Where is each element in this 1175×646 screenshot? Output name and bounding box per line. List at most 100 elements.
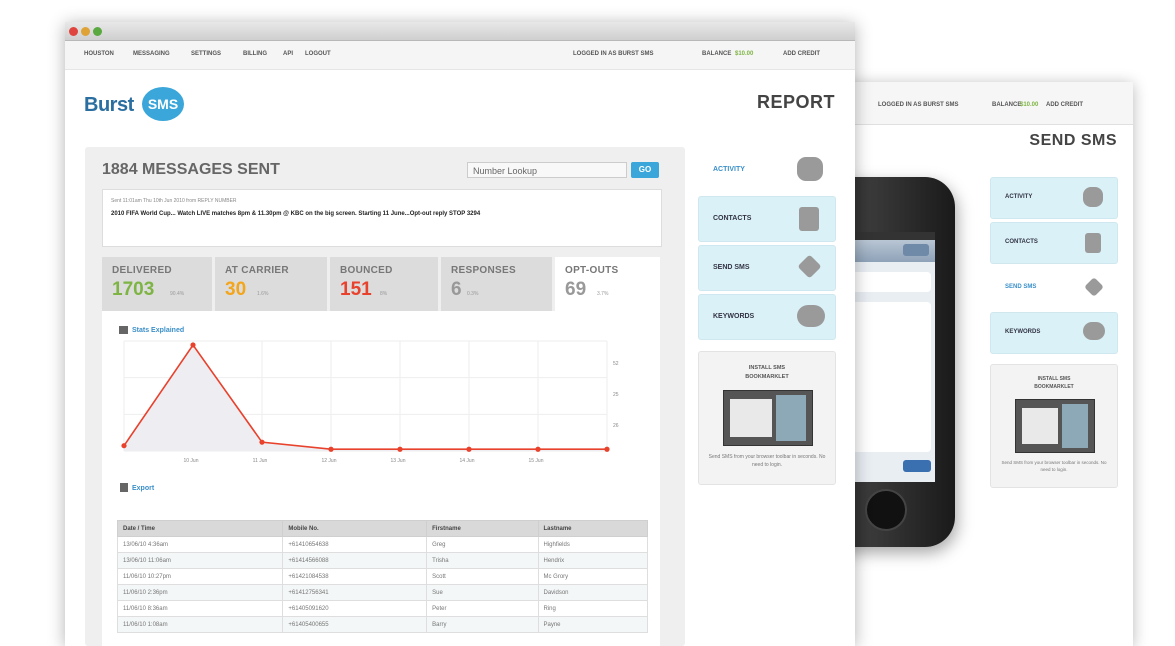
close-window-button[interactable] [69,27,78,36]
stat-value: 6 [451,279,462,300]
menu-messaging[interactable]: MESSAGING [133,51,170,57]
cell: +61421084538 [282,568,428,585]
bookmarklet-preview-image[interactable] [723,390,813,446]
stat-value: 69 [565,279,587,300]
message-meta: Sent 11:01am Thu 10th Jun 2010 from REPL… [111,198,237,204]
col-mobile-no[interactable]: Mobile No. [282,520,428,537]
nav-activity-label: ACTIVITY [713,166,745,173]
back-nav-keywords[interactable]: KEYWORDS [990,312,1118,354]
send-tag-icon [797,254,822,279]
recipients-table: Date / Time Mobile No. Firstname Lastnam… [116,520,648,633]
cell: +61405400655 [282,616,428,633]
menu-settings[interactable]: SETTINGS [191,51,221,57]
table-row[interactable]: 11/06/10 1:08am +61405400655 Barry Payne [116,616,648,633]
cell: Greg [426,536,539,553]
table-row[interactable]: 11/06/10 10:27pm +61421084538 Scott Mc G… [116,568,648,585]
page-title: REPORT [756,92,835,112]
contacts-card-icon [799,207,819,231]
top-menubar: HOUSTON MESSAGING SETTINGS BILLING API L… [65,41,855,70]
back-add-credit-link[interactable]: ADD CREDIT [1046,102,1083,108]
chart-y-tick-label: 25 [613,392,619,398]
col-firstname[interactable]: Firstname [426,520,539,537]
nav-keywords[interactable]: KEYWORDS [698,294,836,340]
stats-explained-link[interactable]: Stats Explained [132,327,184,334]
stat-percent: 1.6% [257,291,269,297]
back-page-title: SEND SMS [1029,132,1117,149]
back-nav-contacts[interactable]: CONTACTS [990,222,1118,264]
chart-point [328,446,334,452]
back-nav-contacts-label: CONTACTS [1005,239,1038,245]
nav-contacts[interactable]: CONTACTS [698,196,836,242]
chart-area-fill [124,345,607,451]
stat-label: BOUNCED [340,265,393,276]
menu-billing[interactable]: BILLING [243,51,267,57]
chart-x-tick-label: 14 Jun [459,458,474,464]
stat-percent: 0.3% [467,291,479,297]
zoom-window-button[interactable] [93,27,102,36]
report-window: HOUSTON MESSAGING SETTINGS BILLING API L… [65,22,855,646]
stat-bounced[interactable]: BOUNCED 151 8% [330,257,438,311]
table-header-row: Date / Time Mobile No. Firstname Lastnam… [116,520,648,537]
stat-label: AT CARRIER [225,265,289,276]
stat-value: 151 [340,279,372,300]
table-row[interactable]: 11/06/10 8:36am +61405091620 Peter Ring [116,600,648,617]
stat-label: RESPONSES [451,265,516,276]
cell: 11/06/10 8:36am [116,600,284,617]
nav-send-sms[interactable]: SEND SMS [698,245,836,291]
table-row[interactable]: 13/06/10 11:06am +61414566088 Trisha Hen… [116,552,648,569]
back-logged-in: LOGGED IN AS BURST SMS [878,102,959,108]
cell: Hendrix [537,552,648,569]
cell: Trisha [426,552,539,569]
back-bookmarklet-desc: Send SMS from your browser toolbar in se… [1001,460,1107,472]
minimize-window-button[interactable] [81,27,90,36]
cell: 11/06/10 1:08am [116,616,284,633]
col-date-time[interactable]: Date / Time [116,520,284,537]
contacts-card-icon [1085,233,1101,253]
export-link[interactable]: Export [132,485,154,492]
nav-contacts-label: CONTACTS [713,215,752,222]
bookmarklet-title: INSTALL SMS BOOKMARKLET [745,365,789,380]
menu-logout[interactable]: LOGOUT [305,51,331,57]
table-row[interactable]: 13/06/10 4:36am +61410654638 Greg Highfi… [116,536,648,553]
back-menubar: LOGGED IN AS BURST SMS BALANCE $10.00 AD… [820,82,1133,125]
bookmarklet-panel: INSTALL SMS BOOKMARKLET Send SMS from yo… [698,351,836,485]
chart-point [397,446,403,452]
menu-houston[interactable]: HOUSTON [84,51,114,57]
balance-value: $10.00 [735,51,754,57]
table-row[interactable]: 11/06/10 2:36pm +61412756341 Sue Davidso… [116,584,648,601]
cell: Peter [426,600,539,617]
chart-x-tick-label: 15 Jun [528,458,543,464]
col-lastname[interactable]: Lastname [537,520,648,537]
balance-label: BALANCE [702,51,732,57]
back-nav-activity[interactable]: ACTIVITY [990,177,1118,219]
iphone-home-button [865,489,907,531]
cell: 13/06/10 4:36am [116,536,284,553]
nav-send-sms-label: SEND SMS [713,264,750,271]
chart-x-tick-label: 10 Jun [183,458,198,464]
chart-point [535,446,541,452]
chart-point [259,439,265,445]
burstsms-logo[interactable]: Burst [84,94,134,117]
add-credit-link[interactable]: ADD CREDIT [783,51,820,57]
cell: +61410654638 [282,536,428,553]
cell: +61414566088 [282,552,428,569]
stat-at-carrier[interactable]: AT CARRIER 30 1.6% [215,257,327,311]
chart-x-tick-label: 12 Jun [321,458,336,464]
stat-percent: 90.4% [170,291,185,297]
cell: 11/06/10 10:27pm [116,568,284,585]
cell: Payne [537,616,648,633]
stat-delivered[interactable]: DELIVERED 1703 90.4% [102,257,212,311]
cell: 13/06/10 11:06am [116,552,284,569]
number-lookup-input[interactable]: Number Lookup [467,162,627,178]
stat-opt-outs[interactable]: OPT-OUTS 69 3.7% [555,257,660,311]
menu-api[interactable]: API [283,51,293,57]
cell: Highfields [537,536,648,553]
stat-responses[interactable]: RESPONSES 6 0.3% [441,257,552,311]
chart-point [466,446,472,452]
go-button[interactable]: GO [631,162,659,178]
back-balance-value: $10.00 [1020,102,1039,108]
bookmarklet-preview-image[interactable] [1015,399,1095,453]
report-panel: 1884 MESSAGES SENT Number Lookup GO Sent… [85,147,685,646]
back-nav-send-sms[interactable]: SEND SMS [990,267,1118,309]
nav-activity[interactable]: ACTIVITY [698,147,836,193]
